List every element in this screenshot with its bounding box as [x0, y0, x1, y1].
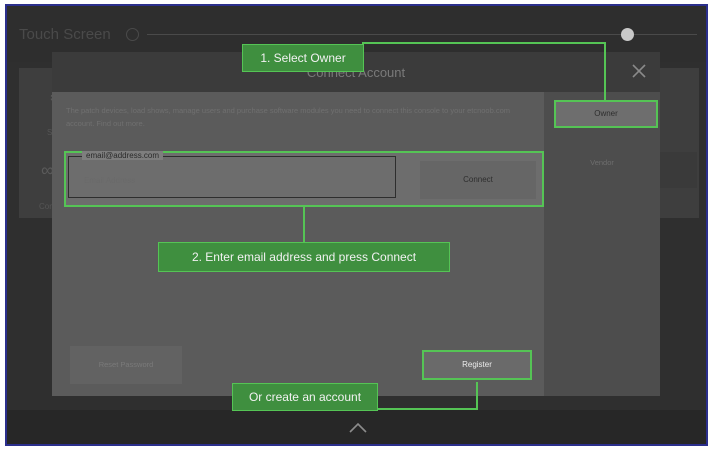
callout-enter-email: 2. Enter email address and press Connect	[158, 242, 450, 272]
background-slider-thumb	[621, 28, 634, 41]
callout-connector	[604, 42, 606, 100]
connect-button[interactable]: Connect	[420, 161, 536, 199]
callout-connector	[303, 207, 305, 243]
callout-connector	[476, 382, 478, 410]
email-field-placeholder: Email Address	[84, 176, 136, 185]
background-radio-icon	[126, 28, 139, 41]
chevron-up-icon[interactable]	[348, 418, 368, 438]
owner-tab[interactable]: Owner	[554, 100, 658, 128]
callout-select-owner: 1. Select Owner	[242, 44, 364, 72]
callout-create-account: Or create an account	[232, 383, 378, 411]
background-title: Touch Screen	[19, 26, 111, 43]
email-field-legend: email@address.com	[82, 151, 164, 160]
callout-connector	[362, 42, 606, 44]
close-icon[interactable]	[630, 62, 648, 80]
register-button[interactable]: Register	[422, 350, 532, 380]
vendor-tab[interactable]: Vendor	[544, 158, 660, 167]
dialog-description: The patch devices, load shows, manage us…	[66, 106, 511, 128]
account-type-panel: Vendor	[544, 92, 660, 396]
reset-password-button[interactable]: Reset Password	[70, 346, 182, 384]
callout-connector	[376, 408, 478, 410]
background-slider-track	[147, 34, 697, 35]
